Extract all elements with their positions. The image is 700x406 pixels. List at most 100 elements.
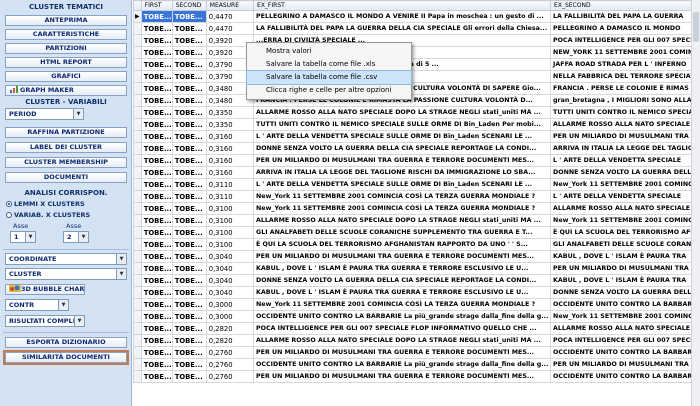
- row-indicator[interactable]: ▶: [133, 10, 142, 23]
- row-indicator[interactable]: [133, 358, 142, 371]
- cell-measure[interactable]: 0,2820: [205, 322, 255, 335]
- cell-measure[interactable]: 0,3040: [205, 262, 255, 275]
- cell-ex-first[interactable]: L ' ARTE DELLA VENDETTA SPECIALE SULLE O…: [253, 178, 552, 191]
- similarita-documenti-button[interactable]: SIMILARITÀ DOCUMENTI: [3, 350, 129, 365]
- row-indicator[interactable]: [133, 34, 142, 47]
- cell-ex-second[interactable]: POCA INTELLIGENCE PER GLI 007 SPECIA: [550, 334, 700, 347]
- cell-first[interactable]: TOBE...: [140, 346, 173, 359]
- cell-ex-second[interactable]: KABUL , DOVE L ' ISLAM È PAURA TRA: [550, 250, 700, 263]
- cell-measure[interactable]: 0,2820: [205, 334, 255, 347]
- row-indicator[interactable]: [133, 118, 142, 131]
- table-row[interactable]: TOBE...TOBE...0,3790...O BUSH ANNO I / I…: [133, 70, 700, 83]
- table-row[interactable]: TOBE... TOBE... 0,2760 PER UN MILIARDO DI M…: [133, 370, 700, 383]
- cell-measure[interactable]: 0,3100: [205, 238, 255, 251]
- cell-ex-first[interactable]: New_York 11 SETTEMBRE 2001 COMINCIA COSÌ…: [253, 298, 552, 311]
- cell-second[interactable]: TOBE...: [171, 82, 207, 95]
- cell-measure[interactable]: 0,3040: [205, 274, 255, 287]
- cell-first[interactable]: TOBE...: [140, 286, 173, 299]
- table-row[interactable]: TOBE... TOBE... 0,3160 PER UN MILIARDO DI M…: [133, 154, 700, 167]
- table-row[interactable]: TOBE... TOBE... 0,4470 LA FALLIBILITÀ DEL P…: [133, 22, 700, 35]
- cell-ex-second[interactable]: gran_bretagna , I MIGLIORI SONO ALLA: [550, 94, 700, 107]
- cell-first[interactable]: TOBE...: [140, 118, 173, 131]
- cell-measure[interactable]: 0,3110: [205, 190, 255, 203]
- menu-item-salva-xls[interactable]: Salvare la tabella come file .xls: [247, 58, 411, 71]
- cell-ex-first[interactable]: POCA INTELLIGENCE PER GLI 007 SPECIALE F…: [253, 322, 552, 335]
- cell-measure[interactable]: 0,3100: [205, 226, 255, 239]
- cell-first[interactable]: TOBE...: [140, 70, 173, 83]
- cell-first[interactable]: TOBE...: [140, 322, 173, 335]
- cell-ex-second[interactable]: DONNE SENZA VOLTO LA GUERRA DELL: [550, 166, 700, 179]
- cell-ex-first[interactable]: PER UN MILIARDO DI MUSULMANI TRA GUERRA …: [253, 346, 552, 359]
- scrollbar-thumb[interactable]: [693, 12, 699, 42]
- cell-first[interactable]: TOBE...: [140, 214, 173, 227]
- cell-first[interactable]: TOBE...: [140, 250, 173, 263]
- cell-ex-second[interactable]: New_York 11 SETTEMBRE 2001 COMINCI: [550, 214, 700, 227]
- graph-maker-button[interactable]: GRAPH MAKER: [5, 85, 127, 96]
- cell-ex-first[interactable]: PER UN MILIARDO DI MUSULMANI TRA GUERRA …: [253, 370, 552, 383]
- table-row[interactable]: TOBE... TOBE... 0,3350 ALLARME ROSSO ALLA N…: [133, 106, 700, 119]
- cell-second[interactable]: TOBE...: [171, 214, 207, 227]
- cell-ex-first[interactable]: DONNE SENZA VOLTO LA GUERRA DELLA CIA SP…: [253, 274, 552, 287]
- period-combo[interactable]: PERIOD ▼: [5, 108, 84, 120]
- cell-first[interactable]: TOBE...: [140, 22, 173, 35]
- table-row[interactable]: TOBE... TOBE... 0,3100 È QUI LA SCUOLA DEL …: [133, 238, 700, 251]
- cell-first[interactable]: TOBE...: [140, 262, 173, 275]
- asse2-combo[interactable]: 2 ▼: [63, 231, 89, 243]
- cluster-combo[interactable]: CLUSTER ▼: [5, 268, 127, 280]
- cell-ex-second[interactable]: L ' ARTE DELLA VENDETTA SPECIALE: [550, 154, 700, 167]
- cell-measure[interactable]: 0,3160: [205, 166, 255, 179]
- table-row[interactable]: TOBE... TOBE... 0,3480 FRANCIA . PERSE LE C…: [133, 94, 700, 107]
- table-row[interactable]: TOBE... TOBE... 0,2820 POCA INTELLIGENCE PE…: [133, 322, 700, 335]
- cell-second[interactable]: TOBE...: [171, 34, 207, 47]
- cell-second[interactable]: TOBE...: [171, 226, 207, 239]
- cell-ex-second[interactable]: NEW_YORK 11 SETTEMBRE 2001 COMINC: [550, 46, 700, 59]
- cell-ex-first[interactable]: KABUL , DOVE L ' ISLAM È PAURA TRA GUERR…: [253, 286, 552, 299]
- row-indicator[interactable]: [133, 190, 142, 203]
- row-indicator[interactable]: [133, 286, 142, 299]
- row-indicator[interactable]: [133, 334, 142, 347]
- menu-item-mostra-valori[interactable]: Mostra valori: [247, 45, 411, 58]
- vertical-scrollbar[interactable]: [691, 0, 700, 406]
- anteprima-button[interactable]: ANTEPRIMA: [5, 15, 127, 26]
- table-row[interactable]: TOBE... TOBE... 0,3160 ARRIVA IN ITALIA LA …: [133, 166, 700, 179]
- grafici-button[interactable]: GRAFICI: [5, 71, 127, 82]
- row-indicator[interactable]: [133, 238, 142, 251]
- cell-ex-second[interactable]: ARRIVA IN ITALIA LA LEGGE DEL TAGLIO: [550, 142, 700, 155]
- table-row[interactable]: TOBE... TOBE... 0,3100 ALLARME ROSSO ALLA N…: [133, 214, 700, 227]
- cell-second[interactable]: TOBE...: [171, 154, 207, 167]
- cell-second[interactable]: TOBE...: [171, 358, 207, 371]
- cell-ex-first[interactable]: ALLARME ROSSO ALLA NATO SPECIALE DOPO LA…: [253, 106, 552, 119]
- cluster-membership-button[interactable]: CLUSTER MEMBERSHIP: [5, 157, 127, 168]
- table-row[interactable]: TOBE... TOBE... 0,3160 L ' ARTE DELLA VENDE…: [133, 130, 700, 143]
- cell-ex-second[interactable]: PER UN MILIARDO DI MUSULMANI TRA G: [550, 130, 700, 143]
- cell-ex-first[interactable]: TUTTI UNITI CONTRO IL NEMICO SPECIALE SU…: [253, 118, 552, 131]
- cell-measure[interactable]: 0,3110: [205, 178, 255, 191]
- cell-ex-first[interactable]: PER UN MILIARDO DI MUSULMANI TRA GUERRA …: [253, 154, 552, 167]
- column-header-measure[interactable]: MEASURE: [205, 0, 255, 11]
- cell-ex-second[interactable]: ALLARME ROSSO ALLA NATO SPECIALE: [550, 118, 700, 131]
- cell-measure[interactable]: 0,3100: [205, 214, 255, 227]
- cell-second[interactable]: TOBE...: [171, 346, 207, 359]
- cell-ex-second[interactable]: POCA INTELLIGENCE PER GLI 007 SPECIA: [550, 34, 700, 47]
- cell-ex-second[interactable]: New_York 11 SETTEMBRE 2001 COMINCI: [550, 310, 700, 323]
- cell-second[interactable]: TOBE...: [171, 250, 207, 263]
- table-row[interactable]: TOBE... TOBE... 0,3040 KABUL , DOVE L ' ISL…: [133, 286, 700, 299]
- cell-second[interactable]: TOBE...: [171, 22, 207, 35]
- cell-second[interactable]: TOBE...: [171, 202, 207, 215]
- cell-second[interactable]: TOBE...: [171, 274, 207, 287]
- cell-second[interactable]: TOBE...: [171, 322, 207, 335]
- cell-first[interactable]: TOBE...: [140, 274, 173, 287]
- cell-ex-second[interactable]: LA FALLIBILITÀ DEL PAPA LA GUERRA: [550, 10, 700, 23]
- cell-second[interactable]: TOBE...: [171, 178, 207, 191]
- cell-ex-second[interactable]: FRANCIA . PERSE LE COLONIE È RIMAS: [550, 82, 700, 95]
- cell-second[interactable]: TOBE...: [171, 70, 207, 83]
- cell-first[interactable]: TOBE...: [140, 82, 173, 95]
- column-header-ex-first[interactable]: EX_FIRST: [253, 0, 552, 11]
- cell-ex-first[interactable]: ALLARME ROSSO ALLA NATO SPECIALE DOPO LA…: [253, 214, 552, 227]
- radio-lemmi-x-clusters[interactable]: LEMMI X CLUSTERS: [6, 200, 85, 208]
- row-indicator[interactable]: [133, 214, 142, 227]
- row-indicator[interactable]: [133, 274, 142, 287]
- cell-ex-second[interactable]: ALLARME ROSSO ALLA NATO SPECIALE: [550, 322, 700, 335]
- cell-ex-first[interactable]: È QUI LA SCUOLA DEL TERRORISMO AFGHANIST…: [253, 238, 552, 251]
- cell-first[interactable]: TOBE...: [140, 190, 173, 203]
